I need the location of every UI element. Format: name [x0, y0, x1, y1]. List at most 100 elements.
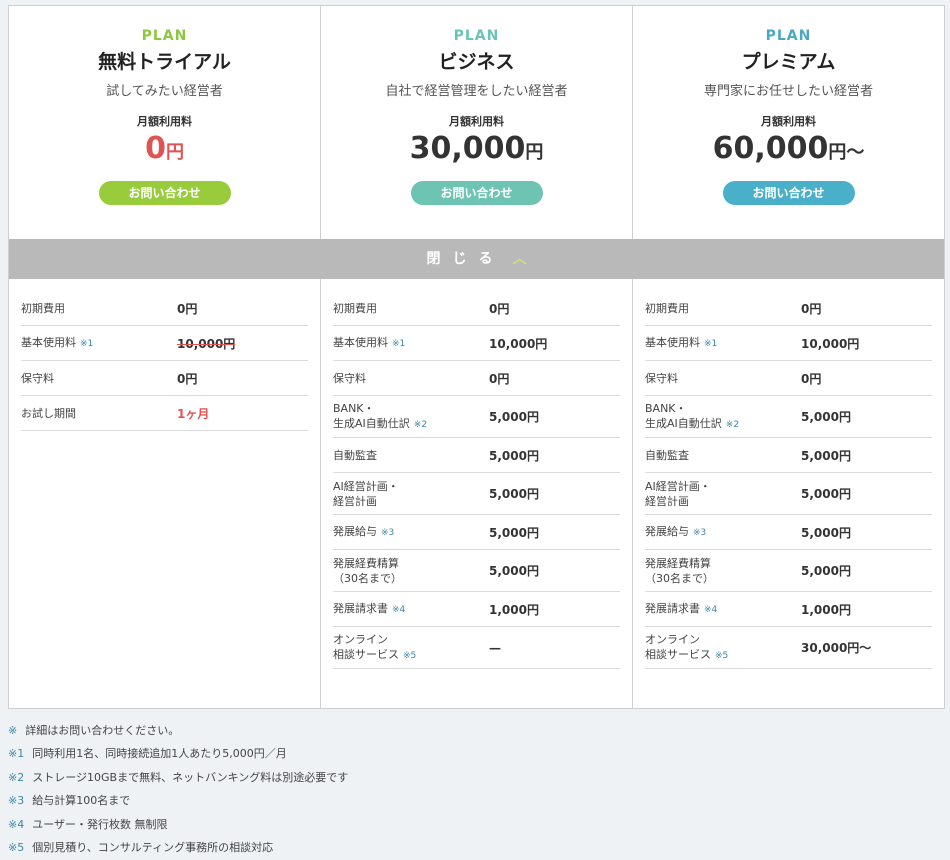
feature-label: （30名まで）: [645, 571, 714, 585]
footnote-ref: ※3: [693, 527, 707, 538]
feature-label-cell: AI経営計画・ 経営計画: [645, 479, 801, 509]
footnote-item: ※3 給与計算100名まで: [8, 792, 348, 815]
footnote-text: 詳細はお問い合わせください。: [25, 724, 180, 737]
footnote-item: ※4 ユーザー・発行枚数 無制限: [8, 816, 348, 839]
footnote-item: ※2 ストレージ10GBまで無料、ネットバンキング料は別途必要です: [8, 769, 348, 792]
plan-tag: PLAN: [141, 28, 188, 44]
feature-label-cell: オンライン 相談サービス ※5: [645, 632, 801, 664]
monthly-fee-label: 月額利用料: [137, 115, 192, 128]
feature-label-cell: 発展経費精算 （30名まで）: [333, 556, 489, 586]
plan-description: 自社で経営管理をしたい経営者: [385, 84, 568, 99]
feature-label: 発展経費精算: [645, 556, 711, 570]
feature-label-cell: BANK・ 生成AI自動仕訳 ※2: [645, 401, 801, 433]
feature-value: 10,000円: [801, 336, 860, 351]
feature-row: 発展給与 ※3 5,000円: [645, 515, 932, 550]
price-unit: 円: [165, 142, 184, 163]
footnote-mark: ※5: [8, 840, 25, 854]
collapse-toggle-label: 閉じる: [426, 251, 505, 267]
feature-value: 0円: [177, 371, 198, 386]
feature-label-cell: AI経営計画・ 経営計画: [333, 479, 489, 509]
pricing-table: PLAN 無料トライアル 試してみたい経営者 月額利用料 0円 お問い合わせ 初期費用 0円基…: [8, 5, 945, 709]
collapse-toggle-bar[interactable]: 閉じる ︿: [9, 239, 944, 279]
feature-row: 保守料 0円: [21, 361, 308, 396]
feature-row: 発展経費精算 （30名まで） 5,000円: [645, 550, 932, 592]
footnote-text: 同時利用1名、同時接続追加1人あたり5,000円／月: [32, 747, 287, 761]
plan-header: PLAN ビジネス 自社で経営管理をしたい経営者 月額利用料 30,000円 お問い合わせ: [321, 6, 632, 239]
feature-row: AI経営計画・ 経営計画 5,000円: [645, 473, 932, 515]
feature-label-cell: 初期費用: [333, 301, 489, 316]
feature-label-cell: 発展給与 ※3: [333, 524, 489, 541]
feature-row: 保守料 0円: [333, 361, 620, 396]
feature-row: 初期費用 0円: [645, 291, 932, 326]
feature-value: 0円: [801, 371, 822, 386]
feature-label: 相談サービス: [333, 647, 399, 661]
chevron-up-icon: ︿: [512, 251, 527, 267]
feature-value: 5,000円: [801, 487, 851, 501]
footnote-item: ※ 詳細はお問い合わせください。: [8, 722, 348, 745]
feature-label-cell: 初期費用: [21, 301, 177, 316]
feature-label-cell: 基本使用料 ※1: [21, 335, 177, 352]
feature-value: 5,000円: [801, 525, 851, 540]
feature-label-cell: 自動監査: [333, 448, 489, 463]
feature-value: 0円: [489, 371, 510, 386]
feature-value: 5,000円: [489, 564, 539, 578]
plan-column: PLAN 無料トライアル 試してみたい経営者 月額利用料 0円 お問い合わせ 初期費用 0円基…: [9, 6, 321, 708]
plan-price: 30,000円: [321, 131, 632, 167]
feature-value: 5,000円: [801, 564, 851, 578]
feature-label: AI経営計画・: [333, 479, 399, 493]
feature-row: BANK・ 生成AI自動仕訳 ※2 5,000円: [645, 396, 932, 438]
feature-value: 10,000円: [177, 336, 236, 351]
feature-label: 発展経費精算: [333, 556, 399, 570]
feature-value: 0円: [177, 301, 198, 316]
footnote-ref: ※1: [80, 338, 94, 349]
feature-label: 初期費用: [645, 301, 689, 315]
feature-label: 生成AI自動仕訳: [645, 416, 722, 430]
feature-label: オンライン: [333, 632, 388, 646]
price-amount: 30,000: [409, 131, 526, 166]
feature-row: 発展経費精算 （30名まで） 5,000円: [333, 550, 620, 592]
feature-label-cell: お試し期間: [21, 406, 177, 421]
contact-button[interactable]: お問い合わせ: [410, 181, 543, 205]
footnote-ref: ※4: [704, 604, 718, 615]
feature-label: 自動監査: [333, 448, 377, 462]
feature-label-cell: 保守料: [645, 371, 801, 386]
plan-columns: PLAN 無料トライアル 試してみたい経営者 月額利用料 0円 お問い合わせ 初期費用 0円基…: [9, 6, 944, 708]
feature-label-cell: 発展請求書 ※4: [645, 601, 801, 618]
footnote-mark: ※1: [8, 747, 25, 761]
feature-value: 5,000円: [801, 410, 851, 424]
feature-value: 5,000円: [801, 448, 851, 463]
plan-column: PLAN プレミアム 専門家にお任せしたい経営者 月額利用料 60,000円〜 お問い合わ…: [633, 6, 944, 708]
feature-label: 保守料: [645, 371, 678, 385]
price-unit: 円: [525, 142, 544, 163]
feature-value: 5,000円: [489, 448, 539, 463]
plan-price: 60,000円〜: [633, 131, 944, 167]
feature-value: 10,000円: [489, 336, 548, 351]
feature-label-cell: 保守料: [21, 371, 177, 386]
feature-label: 生成AI自動仕訳: [333, 416, 410, 430]
feature-value: 5,000円: [489, 525, 539, 540]
feature-label: BANK・: [333, 401, 375, 415]
footnote-ref: ※5: [715, 650, 729, 661]
contact-button[interactable]: お問い合わせ: [722, 181, 855, 205]
footnote-text: ユーザー・発行枚数 無制限: [32, 817, 168, 831]
feature-list: 初期費用 0円 基本使用料 ※1 10,000円 保守料 0円 BANK・ 生成AI自動仕訳 ※2…: [645, 291, 932, 669]
price-amount: 60,000: [712, 131, 829, 166]
feature-label: お試し期間: [21, 406, 76, 420]
feature-label: AI経営計画・: [645, 479, 711, 493]
feature-label: BANK・: [645, 401, 687, 415]
footnote-ref: ※5: [403, 650, 417, 661]
feature-label-cell: 初期費用: [645, 301, 801, 316]
contact-button[interactable]: お問い合わせ: [98, 181, 231, 205]
plan-description: 試してみたい経営者: [106, 84, 223, 99]
feature-list: 初期費用 0円 基本使用料 ※1 10,000円 保守料 0円 お試し期間 1ヶ月: [21, 291, 308, 431]
feature-label-cell: 発展経費精算 （30名まで）: [645, 556, 801, 586]
feature-value: 5,000円: [489, 487, 539, 501]
feature-label: 発展給与: [333, 524, 377, 538]
feature-label: 基本使用料: [645, 335, 700, 349]
footnote-mark: ※2: [8, 770, 25, 784]
plan-name: プレミアム: [741, 51, 836, 73]
feature-label: （30名まで）: [333, 571, 402, 585]
footnote-text: 給与計算100名まで: [32, 794, 131, 808]
feature-row: AI経営計画・ 経営計画 5,000円: [333, 473, 620, 515]
feature-label: 発展請求書: [645, 601, 700, 615]
